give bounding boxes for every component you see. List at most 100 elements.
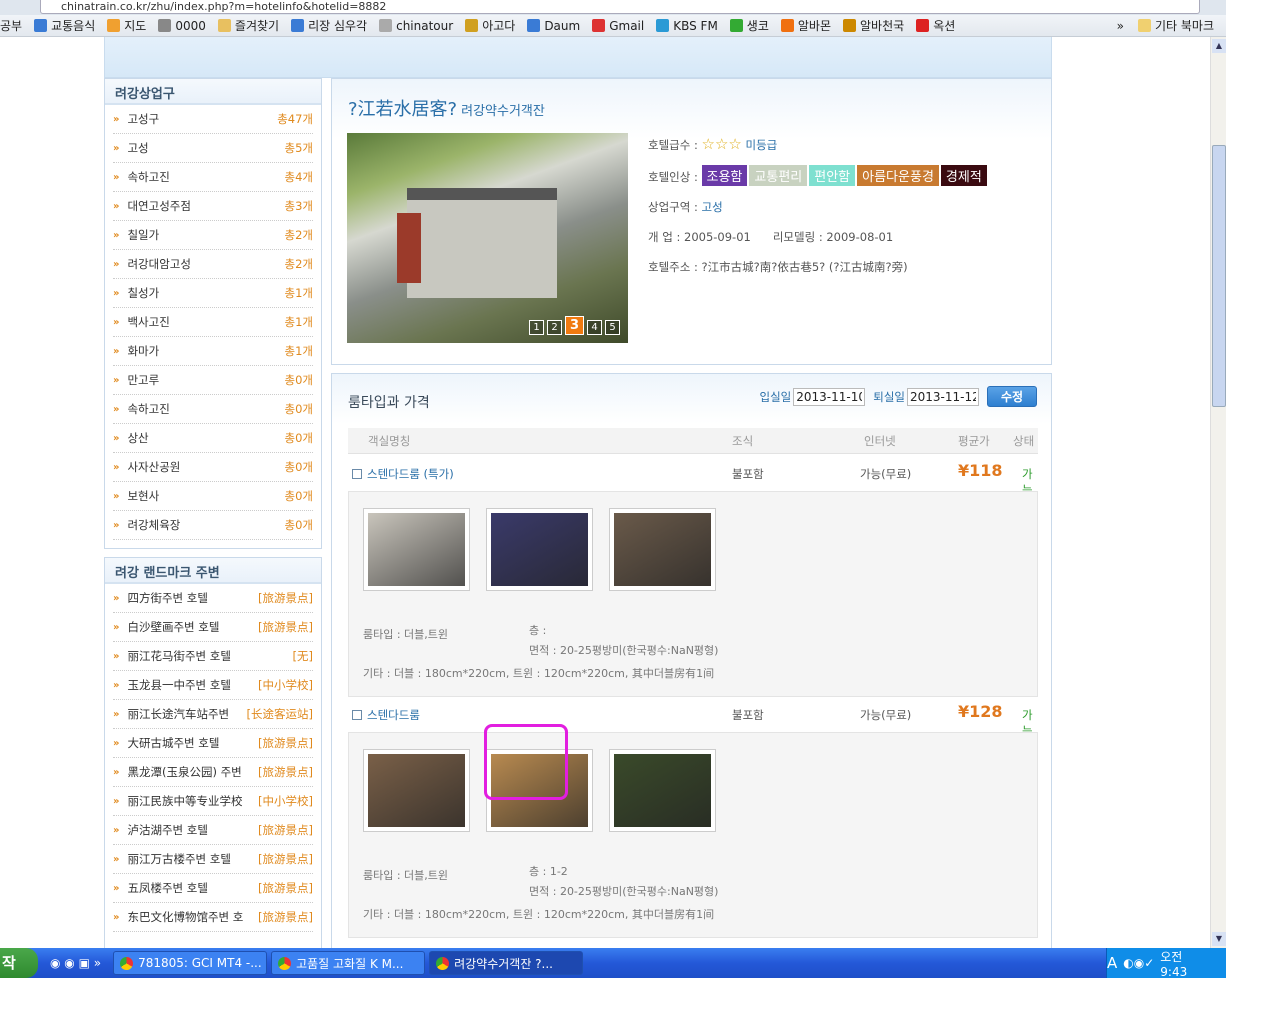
- sidebar-item[interactable]: » 상산 총0개: [113, 424, 313, 453]
- rooms-title: 룸타입과 가격: [348, 395, 430, 411]
- room-name-link[interactable]: 스텐다드룸 (특가): [352, 466, 454, 482]
- area-link[interactable]: 고성: [702, 200, 723, 214]
- double-chevron-icon: »: [113, 708, 120, 720]
- sidebar-item[interactable]: » 玉龙县一中주변 호텔 [中小学校]: [113, 671, 313, 700]
- room-thumbnail[interactable]: [609, 508, 716, 591]
- bookmark-item[interactable]: 알바천국: [843, 17, 904, 34]
- bookmark-icon: [34, 19, 48, 32]
- double-chevron-icon: »: [113, 621, 120, 633]
- bookmark-item[interactable]: 교통음식: [34, 17, 95, 34]
- folder-icon: [1137, 19, 1151, 32]
- edit-dates-button[interactable]: 수정: [987, 386, 1037, 407]
- sidebar-item[interactable]: » 대연고성주점 총3개: [113, 192, 313, 221]
- sidebar-item[interactable]: » 칠성가 총1개: [113, 279, 313, 308]
- room-price: ¥128: [958, 702, 1003, 721]
- other-bookmarks-folder[interactable]: 기타 북마크: [1137, 17, 1214, 34]
- sidebar-item[interactable]: » 속하고진 총0개: [113, 395, 313, 424]
- taskbar-button[interactable]: 781805: GCI MT4 -...: [113, 951, 268, 975]
- bookmark-item[interactable]: 알바몬: [780, 17, 831, 34]
- bookmark-item[interactable]: 리장 심우각: [291, 17, 367, 34]
- sidebar-item[interactable]: » 泸沽湖주변 호텔 [旅游景点]: [113, 816, 313, 845]
- photo-page-button[interactable]: 1: [529, 320, 544, 335]
- tray-icons[interactable]: ◐◉✓: [1123, 956, 1154, 970]
- sidebar-item[interactable]: » 화마가 총1개: [113, 337, 313, 366]
- room-thumbnail[interactable]: [486, 508, 593, 591]
- photo-page-button[interactable]: 4: [587, 320, 602, 335]
- taskbar-button[interactable]: 려강약수거객잔 ?...: [429, 951, 584, 975]
- bookmark-item[interactable]: Daum: [527, 19, 580, 33]
- top-banner: [104, 37, 1052, 78]
- district-title: 려강상업구: [105, 79, 321, 105]
- sidebar-item[interactable]: » 丽江长途汽车站주변 [长途客运站]: [113, 700, 313, 729]
- room-name-link[interactable]: 스텐다드룸: [352, 707, 420, 723]
- sidebar-item[interactable]: » 东巴文化博物馆주변 호 [旅游景点]: [113, 903, 313, 932]
- remodel-date: 리모델링 : 2009-08-01: [772, 230, 894, 244]
- checkin-input[interactable]: [793, 387, 866, 406]
- bookmark-item[interactable]: KBS FM: [656, 19, 718, 33]
- ime-indicator[interactable]: A: [1107, 954, 1117, 972]
- sidebar-item[interactable]: » 丽江民族中等专业学校 [中小学校]: [113, 787, 313, 816]
- photo-page-button[interactable]: 3: [565, 316, 584, 335]
- sidebar-item[interactable]: » 四方街주변 호텔 [旅游景点]: [113, 584, 313, 613]
- impression-tags: 조용함 교통편리 편안함 아름다운풍경 경제적: [701, 165, 989, 186]
- room-row: 스텐다드룸 불포함 가능(무료) ¥128 가능: [348, 701, 1038, 738]
- bookmark-item[interactable]: 옥션: [916, 17, 955, 34]
- bookmark-item[interactable]: Gmail: [592, 19, 644, 33]
- hotel-photo[interactable]: 12345: [347, 133, 628, 343]
- photo-page-button[interactable]: 5: [605, 320, 620, 335]
- bookmark-icon: [158, 19, 172, 32]
- bookmark-item[interactable]: 아고다: [465, 17, 515, 34]
- bookmark-item[interactable]: 즐겨찾기: [217, 17, 279, 34]
- sidebar-item[interactable]: » 속하고진 총4개: [113, 163, 313, 192]
- hotel-name: ?江若水居客? 려강약수거객잔: [348, 99, 545, 120]
- sidebar-item[interactable]: » 려강대암고성 총2개: [113, 250, 313, 279]
- bookmark-item[interactable]: 공부: [0, 17, 22, 34]
- url-input[interactable]: chinatrain.co.kr/zhu/index.php?m=hotelin…: [40, 0, 1200, 14]
- vertical-scrollbar[interactable]: ▲ ▼: [1210, 37, 1226, 948]
- sidebar-item[interactable]: » 黑龙潭(玉泉公园) 주변 [旅游景点]: [113, 758, 313, 787]
- checkout-input[interactable]: [907, 387, 979, 406]
- bookmark-item[interactable]: chinatour: [379, 19, 453, 33]
- sidebar-item[interactable]: » 보현사 총0개: [113, 482, 313, 511]
- sidebar-item[interactable]: » 려강체육장 총0개: [113, 511, 313, 540]
- rooms-panel: 룸타입과 가격 입실일 퇴실일 수정 객실명칭 조식 인터넷 평균가 상태 스텐…: [331, 373, 1052, 948]
- room-thumbnail[interactable]: [363, 508, 470, 591]
- sidebar-item[interactable]: » 만고루 총0개: [113, 366, 313, 395]
- bookmark-item[interactable]: 생코: [729, 17, 769, 34]
- double-chevron-icon: »: [113, 679, 120, 691]
- sidebar-item[interactable]: » 白沙壁画주변 호텔 [旅游景点]: [113, 613, 313, 642]
- sidebar-item[interactable]: » 백사고진 총1개: [113, 308, 313, 337]
- sidebar-item[interactable]: » 丽江花马街주변 호텔 [无]: [113, 642, 313, 671]
- taskbar-button[interactable]: 고품질 고화질 K M...: [271, 951, 426, 975]
- double-chevron-icon: »: [113, 171, 120, 183]
- bookmark-icon: [916, 19, 930, 32]
- start-button[interactable]: 작: [0, 948, 38, 978]
- quick-launch-icons[interactable]: ◉ ◉ ▣ »: [50, 956, 101, 970]
- double-chevron-icon: »: [113, 911, 120, 923]
- double-chevron-icon: »: [113, 461, 120, 473]
- bookmark-icon: [379, 19, 393, 32]
- photo-page-button[interactable]: 2: [547, 320, 562, 335]
- date-form: 입실일 퇴실일 수정: [760, 386, 1037, 407]
- double-chevron-icon: »: [113, 853, 120, 865]
- sidebar-item[interactable]: » 五凤楼주변 호텔 [旅游景点]: [113, 874, 313, 903]
- more-bookmarks-button[interactable]: »: [1117, 19, 1124, 33]
- bookmark-item[interactable]: 0000: [158, 19, 206, 33]
- hotel-address: 호텔주소 : ?江市古城?南?依古巷5? (?江古城南?旁): [648, 260, 908, 274]
- double-chevron-icon: »: [113, 316, 120, 328]
- sidebar-item[interactable]: » 大研古城주변 호텔 [旅游景点]: [113, 729, 313, 758]
- bookmark-item[interactable]: 지도: [107, 17, 146, 34]
- room-details: 룸타입 : 더블,트윈 층 : 면적 : 20-25평방미(한국평수:NaN평형) 기…: [348, 491, 1038, 697]
- sidebar-item[interactable]: » 고성구 총47개: [113, 105, 313, 134]
- bookmarks-bar: 공부 교통음식 지도 0000 즐겨찾기 리장 심우각 chinatour 아고다 Daum Gm…: [0, 15, 1226, 37]
- open-date: 개 업 : 2005-09-01: [648, 230, 751, 244]
- room-thumbnail[interactable]: [609, 749, 716, 832]
- double-chevron-icon: »: [113, 824, 120, 836]
- scroll-thumb[interactable]: [1212, 145, 1226, 407]
- sidebar-item[interactable]: » 사자산공원 총0개: [113, 453, 313, 482]
- sidebar-item[interactable]: » 고성 총5개: [113, 134, 313, 163]
- sidebar-item[interactable]: » 丽江万古楼주변 호텔 [旅游景点]: [113, 845, 313, 874]
- taskbar: 작 ◉ ◉ ▣ » 781805: GCI MT4 -... 고품질 고화질 K …: [0, 948, 1226, 979]
- sidebar-item[interactable]: » 칠일가 총2개: [113, 221, 313, 250]
- room-thumbnail[interactable]: [363, 749, 470, 832]
